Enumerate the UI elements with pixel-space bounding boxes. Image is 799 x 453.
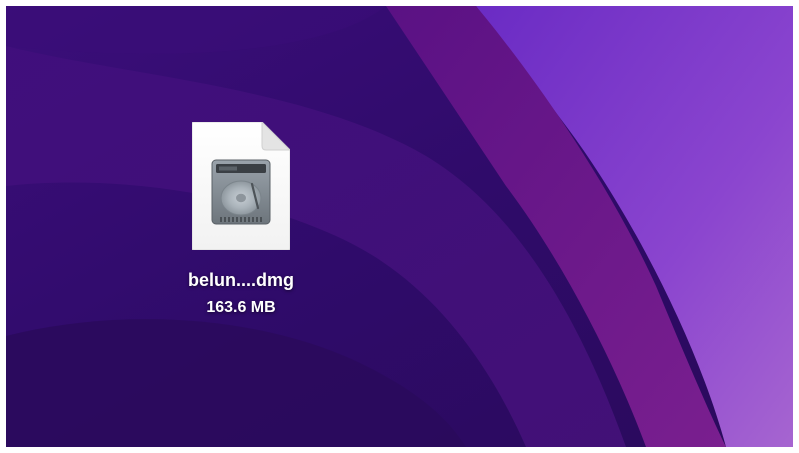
desktop-file-item[interactable]: belun....dmg 163.6 MB (146, 118, 336, 348)
desktop-wallpaper (6, 6, 793, 447)
desktop[interactable]: belun....dmg 163.6 MB (6, 6, 793, 447)
file-name-label[interactable]: belun....dmg (146, 269, 336, 291)
disk-image-icon (192, 122, 290, 250)
file-size-label: 163.6 MB (206, 299, 276, 316)
